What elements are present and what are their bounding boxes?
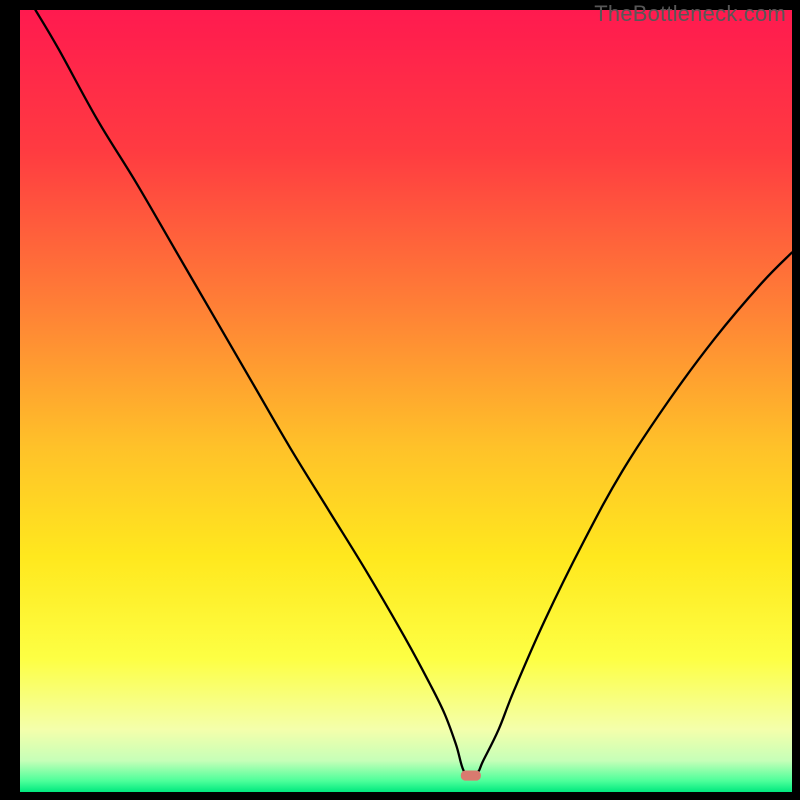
- watermark-label: TheBottleneck.com: [594, 1, 786, 27]
- bottleneck-chart: [20, 10, 792, 792]
- chart-frame: TheBottleneck.com: [6, 6, 794, 794]
- bottleneck-marker: [461, 770, 481, 780]
- gradient-background: [20, 10, 792, 792]
